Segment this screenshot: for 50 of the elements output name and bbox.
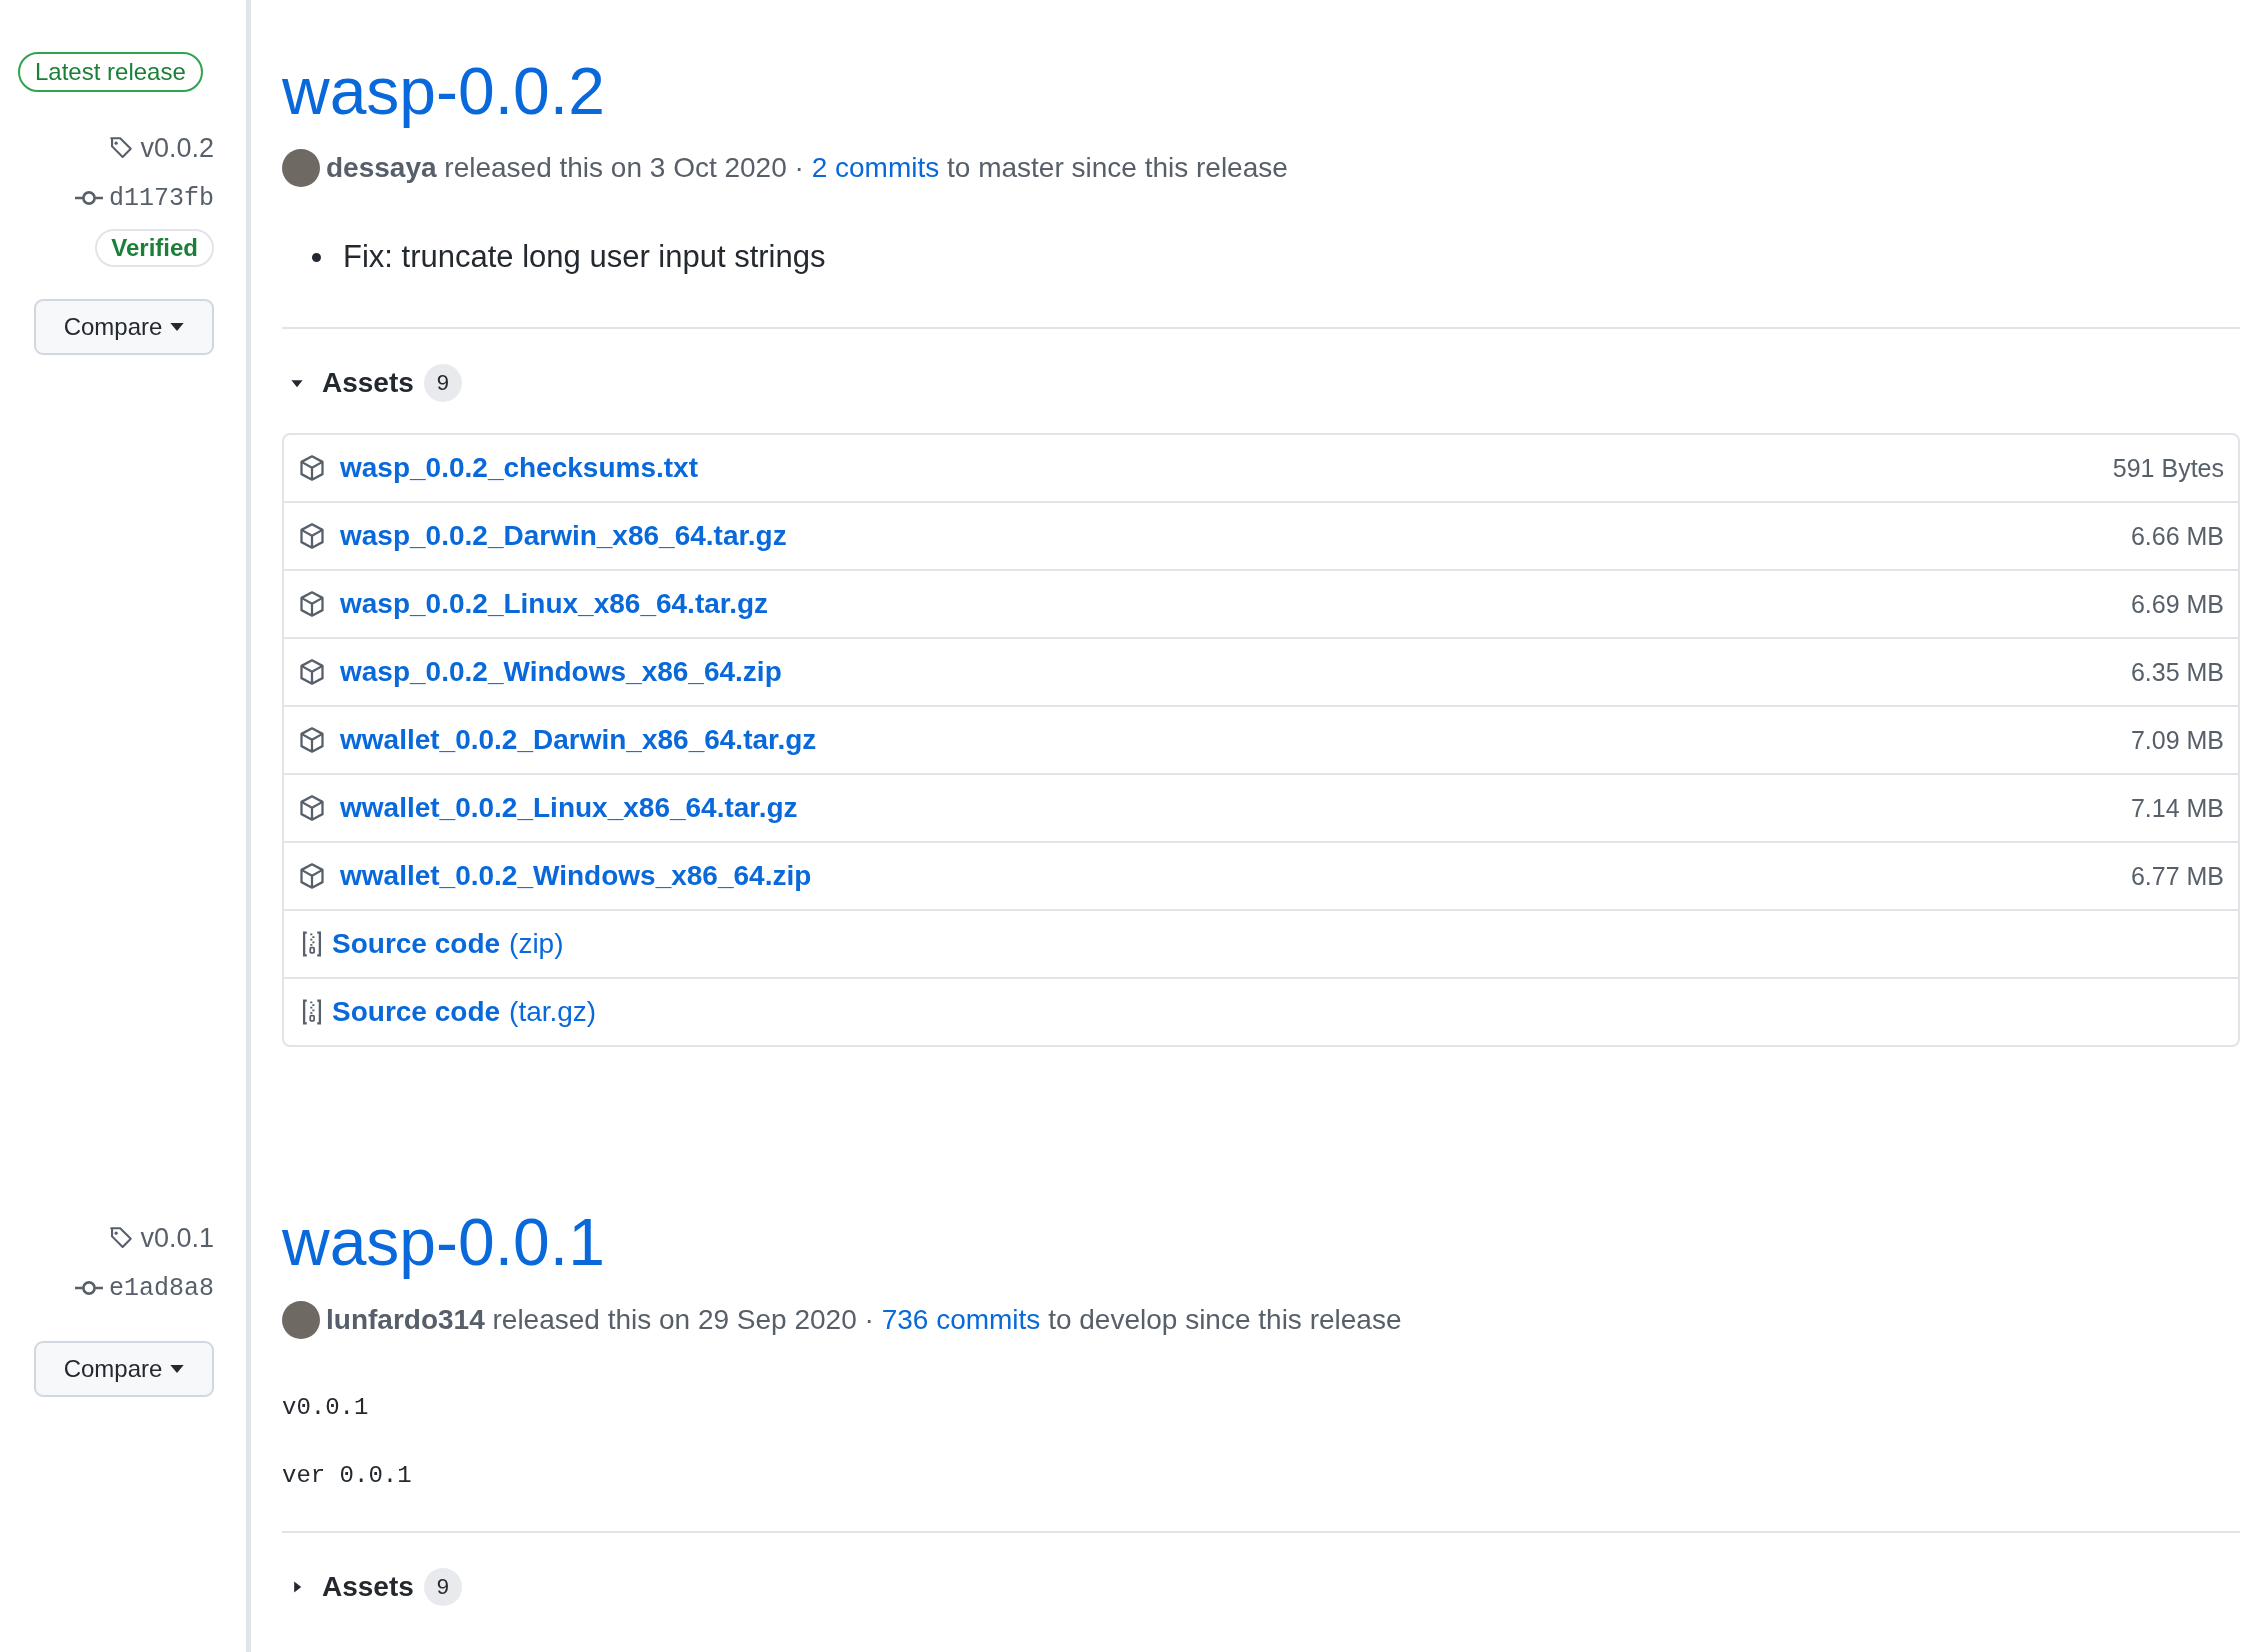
release-note: Fix: truncate long user input strings [343, 238, 826, 277]
asset-link[interactable]: wasp_0.0.2_Windows_x86_64.zip [340, 656, 782, 689]
commits-link[interactable]: 736 commits [881, 1303, 1041, 1335]
assets-heading[interactable]: Assets [322, 367, 414, 400]
release-note: v0.0.1 [282, 1393, 370, 1423]
package-icon [298, 726, 326, 755]
bullet-icon [312, 252, 321, 262]
avatar[interactable] [282, 149, 320, 188]
assets-count: 9 [423, 364, 463, 403]
avatar[interactable] [282, 1300, 320, 1339]
release-note: ver 0.0.1 [282, 1462, 413, 1492]
release-meta-text: dessaya released this on 3 Oct 2020 · 2 commits to master since this release [326, 152, 1288, 185]
asset-link[interactable]: wwallet_0.0.2_Darwin_x86_64.tar.gz [340, 724, 817, 757]
package-icon [298, 658, 326, 687]
release-meta-text: lunfardo314 released this on 29 Sep 2020 · 736 commits to develop since this release [326, 1303, 1402, 1336]
asset-link[interactable]: wasp_0.0.2_Linux_x86_64.tar.gz [340, 588, 769, 621]
release-title[interactable]: wasp-0.0.2 [282, 52, 2240, 132]
caret-icon [170, 323, 185, 331]
package-icon [298, 454, 326, 483]
asset-size: 6.66 MB [2130, 522, 2224, 551]
asset-link[interactable]: wwallet_0.0.2_Linux_x86_64.tar.gz [340, 792, 798, 825]
asset-link[interactable]: wwallet_0.0.2_Windows_x86_64.zip [340, 860, 812, 893]
asset-link[interactable]: wasp_0.0.2_Darwin_x86_64.tar.gz [340, 520, 787, 553]
commit-link[interactable]: d1173fb [108, 183, 214, 213]
verified-badge[interactable]: Verified [95, 229, 214, 267]
package-icon [298, 522, 326, 551]
release-title[interactable]: wasp-0.0.1 [282, 1203, 2240, 1283]
asset-size: 7.09 MB [2130, 726, 2224, 755]
asset-size: 6.69 MB [2130, 590, 2224, 619]
asset-size: 7.14 MB [2130, 794, 2224, 823]
asset-size: 6.77 MB [2130, 862, 2224, 891]
tag-icon [108, 135, 135, 161]
commits-link[interactable]: 2 commits [811, 152, 940, 184]
tag-link[interactable]: v0.0.2 [140, 132, 214, 164]
tag-link[interactable]: v0.0.1 [140, 1223, 214, 1254]
latest-release-badge: Latest release [18, 52, 203, 92]
package-icon [298, 590, 326, 619]
asset-link[interactable]: wasp_0.0.2_checksums.txt [340, 452, 698, 485]
commit-link[interactable]: e1ad8a8 [108, 1274, 214, 1303]
package-icon [298, 794, 326, 823]
caret-icon [170, 1365, 185, 1374]
compare-button[interactable]: Compare [34, 299, 214, 355]
compare-button[interactable]: Compare [34, 1341, 214, 1398]
assets-count: 9 [423, 1568, 463, 1607]
asset-link[interactable]: Source code (tar.gz) [332, 996, 597, 1029]
asset-link[interactable]: Source code (zip) [332, 928, 564, 961]
asset-size: 591 Bytes [2112, 454, 2224, 483]
assets-heading[interactable]: Assets [322, 1571, 414, 1604]
asset-size: 6.35 MB [2130, 658, 2224, 687]
package-icon [298, 862, 326, 891]
